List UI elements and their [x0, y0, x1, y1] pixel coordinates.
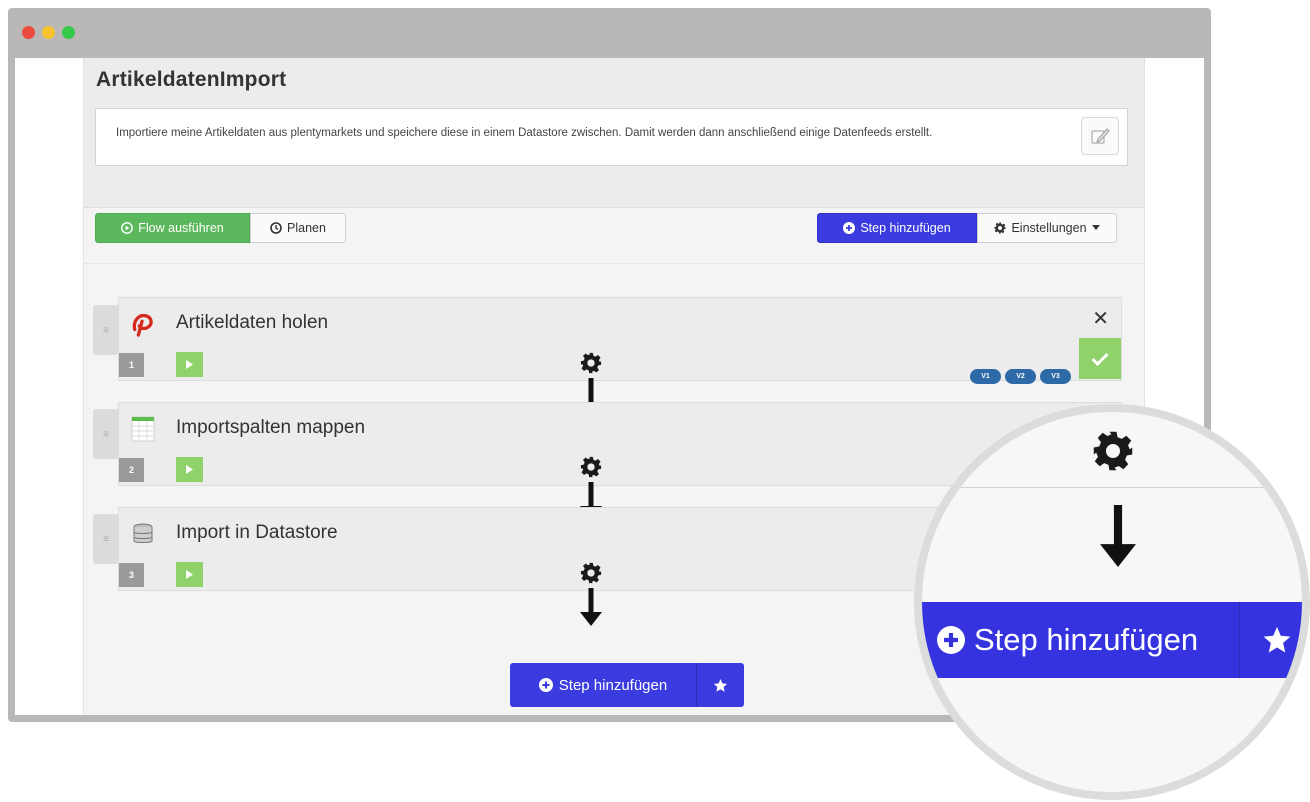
plus-circle-icon [937, 626, 965, 654]
table-icon [131, 416, 155, 442]
step-status-check [1079, 338, 1121, 379]
arrow-down-icon [1100, 505, 1136, 567]
run-flow-label: Flow ausführen [138, 221, 224, 235]
drag-handle[interactable]: ≡ [93, 305, 119, 355]
arrow-down-icon [580, 588, 602, 626]
add-step-button[interactable]: Step hinzufügen [510, 663, 697, 707]
run-flow-button[interactable]: Flow ausführen [95, 213, 250, 243]
favorite-steps-button[interactable] [697, 663, 744, 707]
gear-icon[interactable] [580, 562, 602, 584]
check-icon [1091, 352, 1109, 366]
step-connector [571, 562, 611, 642]
flow-description: Importiere meine Artikeldaten aus plenty… [116, 127, 933, 139]
star-icon [713, 678, 728, 692]
version-badges: V1 V2 V3 [970, 369, 1071, 384]
drag-handle[interactable]: ≡ [93, 409, 119, 459]
run-step-button[interactable] [176, 457, 203, 482]
add-step-button[interactable]: Step hinzufügen [817, 213, 977, 243]
gear-icon[interactable] [580, 456, 602, 478]
version-badge[interactable]: V2 [1005, 369, 1036, 384]
screenshot-stage: ArtikeldatenImport Importiere meine Arti… [0, 0, 1310, 802]
schedule-label: Planen [287, 221, 326, 235]
drag-handle[interactable]: ≡ [93, 514, 119, 564]
step-number: 3 [119, 563, 144, 587]
magnifier-content: Step hinzufügen [922, 412, 1302, 792]
zoomed-favorite-button [1240, 602, 1302, 678]
page-title: ArtikeldatenImport [96, 68, 287, 91]
add-step-split-button: Step hinzufügen [510, 663, 744, 707]
schedule-button[interactable]: Planen [250, 213, 346, 243]
flow-description-box: Importiere meine Artikeldaten aus plenty… [95, 108, 1128, 166]
plentymarkets-logo-icon [131, 312, 155, 337]
play-icon [186, 360, 193, 369]
step-title: Artikeldaten holen [176, 312, 329, 333]
play-icon [186, 465, 193, 474]
toolbar-divider [84, 263, 1144, 264]
window-maximize-button[interactable] [62, 26, 75, 39]
caret-down-icon [1091, 225, 1100, 230]
add-step-label: Step hinzufügen [558, 676, 668, 694]
edit-description-button[interactable] [1081, 117, 1119, 155]
window-close-button[interactable] [22, 26, 35, 39]
add-step-label: Step hinzufügen [860, 221, 951, 235]
zoomed-add-step-button: Step hinzufügen [922, 602, 1302, 678]
gear-icon [994, 222, 1006, 234]
flow-header: ArtikeldatenImport Importiere meine Arti… [84, 58, 1144, 208]
database-icon [131, 522, 155, 546]
version-badge[interactable]: V3 [1040, 369, 1071, 384]
star-icon [1263, 626, 1291, 653]
zoomed-add-step-main: Step hinzufügen [922, 602, 1240, 678]
window-minimize-button[interactable] [42, 26, 55, 39]
magnifier-callout: Step hinzufügen [914, 404, 1310, 800]
clock-icon [270, 222, 282, 234]
step-title: Import in Datastore [176, 522, 338, 543]
settings-label: Einstellungen [1011, 221, 1087, 235]
pencil-icon [1091, 128, 1110, 144]
version-badge[interactable]: V1 [970, 369, 1001, 384]
zoomed-add-step-label: Step hinzufügen [974, 622, 1199, 657]
step-card: Artikeldaten holen 1 ✕ V1 V2 V3 [118, 297, 1122, 384]
step-number: 1 [119, 353, 144, 377]
gear-icon [1093, 431, 1133, 471]
play-icon [186, 570, 193, 579]
play-circle-icon [121, 222, 134, 234]
step-title: Importspalten mappen [176, 417, 366, 438]
plus-circle-icon [538, 678, 553, 692]
run-step-button[interactable] [176, 562, 203, 587]
run-step-button[interactable] [176, 352, 203, 377]
plus-circle-icon [843, 222, 856, 234]
remove-step-button[interactable]: ✕ [1092, 306, 1109, 331]
magnifier-divider [922, 487, 1302, 488]
settings-dropdown[interactable]: Einstellungen [977, 213, 1117, 243]
gear-icon[interactable] [580, 352, 602, 374]
window-titlebar [8, 8, 1211, 56]
step-number: 2 [119, 458, 144, 482]
